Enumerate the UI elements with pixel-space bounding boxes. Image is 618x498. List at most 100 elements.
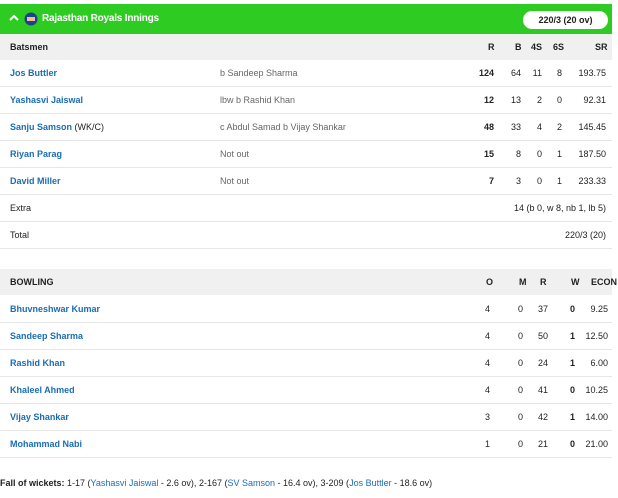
runs: 12 [483, 95, 494, 105]
bowling-header-row: BOWLING O M R W ECON [0, 269, 617, 295]
overs-header: O [486, 277, 494, 287]
balls: 64 [510, 68, 521, 78]
overs: 4 [484, 385, 490, 395]
wickets: 1 [569, 358, 575, 368]
bowler-row: Sandeep Sharma 4 0 50 1 12.50 [0, 323, 612, 350]
runs-conceded: 21 [537, 439, 548, 449]
maidens: 0 [517, 412, 523, 422]
fours: 0 [536, 176, 542, 186]
balls: 13 [510, 95, 521, 105]
economy: 21.00 [585, 439, 608, 449]
innings-score: 220/3 (20 ov) [523, 11, 608, 29]
extras-row: Extra 14 (b 0, w 8, nb 1, lb 5) [0, 195, 612, 222]
batsman-row: Yashasvi Jaiswal lbw b Rashid Khan 12 13… [0, 87, 612, 114]
extras-label: Extra [10, 203, 32, 213]
strike-rate: 187.50 [578, 149, 606, 159]
maidens: 0 [517, 358, 523, 368]
bowler-name[interactable]: Vijay Shankar [10, 404, 69, 430]
bowler-name[interactable]: Khaleel Ahmed [10, 377, 75, 403]
batsman-name-group: Sanju Samson (WK/C) [10, 114, 104, 140]
fow-prefix: 1-17 ( [64, 478, 91, 488]
sr-header: SR [595, 42, 608, 52]
strike-rate: 193.75 [578, 68, 606, 78]
sixes: 1 [556, 149, 562, 159]
fours: 0 [536, 149, 542, 159]
wickets: 0 [569, 304, 575, 314]
strike-rate: 233.33 [578, 176, 606, 186]
runs-conceded: 41 [537, 385, 548, 395]
batsman-role: (WK/C) [74, 122, 105, 132]
extras-value: 14 (b 0, w 8, nb 1, lb 5) [513, 203, 606, 213]
sixes: 0 [556, 95, 562, 105]
fow-label: Fall of wickets: [0, 478, 65, 488]
bowler-name[interactable]: Sandeep Sharma [10, 323, 83, 349]
batsman-row: Riyan Parag Not out 15 8 0 1 187.50 [0, 141, 612, 168]
bowler-row: Vijay Shankar 3 0 42 1 14.00 [0, 404, 612, 431]
bowler-row: Bhuvneshwar Kumar 4 0 37 0 9.25 [0, 296, 612, 323]
bowler-name[interactable]: Rashid Khan [10, 350, 65, 376]
innings-header[interactable]: Rajasthan Royals Innings 220/3 (20 ov) [0, 4, 612, 34]
maidens-header: M [519, 277, 527, 287]
maidens: 0 [517, 304, 523, 314]
runs: 7 [488, 176, 494, 186]
economy-header: ECON [591, 277, 618, 287]
runs-conceded: 42 [537, 412, 548, 422]
fours-header: 4S [531, 42, 543, 52]
bowler-row: Khaleel Ahmed 4 0 41 0 10.25 [0, 377, 612, 404]
fow-suffix: - 18.6 ov) [391, 478, 433, 488]
batting-header-row: Batsmen R B 4S 6S SR [0, 34, 612, 60]
batsman-row: David Miller Not out 7 3 0 1 233.33 [0, 168, 612, 195]
fow-player-link[interactable]: SV Samson [227, 478, 275, 488]
balls-header: B [515, 42, 522, 52]
runs-conceded: 24 [537, 358, 548, 368]
sixes-header: 6S [553, 42, 565, 52]
strike-rate: 145.45 [578, 122, 606, 132]
wickets: 0 [569, 439, 575, 449]
economy: 14.00 [585, 412, 608, 422]
overs: 4 [484, 304, 490, 314]
fow-player-link[interactable]: Jos Buttler [349, 478, 392, 488]
fow-suffix: - 2.6 ov), [158, 478, 197, 488]
overs: 4 [484, 331, 490, 341]
balls: 33 [510, 122, 521, 132]
fours: 11 [532, 68, 542, 78]
runs-header: R [488, 42, 495, 52]
runs: 48 [483, 122, 494, 132]
fow-prefix: 3-209 ( [318, 478, 350, 488]
fow-player-link[interactable]: Yashasvi Jaiswal [91, 478, 159, 488]
economy: 9.25 [590, 304, 608, 314]
runs: 124 [478, 68, 494, 78]
economy: 10.25 [585, 385, 608, 395]
maidens: 0 [517, 331, 523, 341]
overs: 4 [484, 358, 490, 368]
runs-conceded: 37 [537, 304, 548, 314]
balls: 8 [515, 149, 521, 159]
dismissal: c Abdul Samad b Vijay Shankar [220, 122, 346, 132]
dismissal: Not out [220, 176, 250, 186]
batsman-name[interactable]: Riyan Parag [10, 141, 62, 167]
runs: 15 [483, 149, 494, 159]
wickets: 1 [569, 331, 575, 341]
sixes: 2 [556, 122, 562, 132]
bowler-name[interactable]: Bhuvneshwar Kumar [10, 296, 100, 322]
runs-conceded: 50 [537, 331, 548, 341]
strike-rate: 92.31 [583, 95, 606, 105]
batsman-name[interactable]: David Miller [10, 168, 61, 194]
fours: 2 [536, 95, 542, 105]
economy: 6.00 [590, 358, 608, 368]
sixes: 1 [556, 176, 562, 186]
batsman-row: Jos Buttler b Sandeep Sharma 124 64 11 8… [0, 60, 612, 87]
maidens: 0 [517, 385, 523, 395]
chevron-up-icon[interactable] [8, 11, 20, 25]
total-value: 220/3 (20) [564, 230, 606, 240]
overs: 1 [484, 439, 490, 449]
batsman-name[interactable]: Jos Buttler [10, 60, 57, 86]
bowler-name[interactable]: Mohammad Nabi [10, 431, 82, 457]
batsman-name[interactable]: Yashasvi Jaiswal [10, 87, 83, 113]
fow-suffix: - 16.4 ov), [275, 478, 319, 488]
fow-prefix: 2-167 ( [196, 478, 228, 488]
balls: 3 [515, 176, 521, 186]
batsman-name[interactable]: Sanju Samson [10, 122, 72, 132]
bowling-header: BOWLING [10, 277, 54, 287]
overs: 3 [484, 412, 490, 422]
